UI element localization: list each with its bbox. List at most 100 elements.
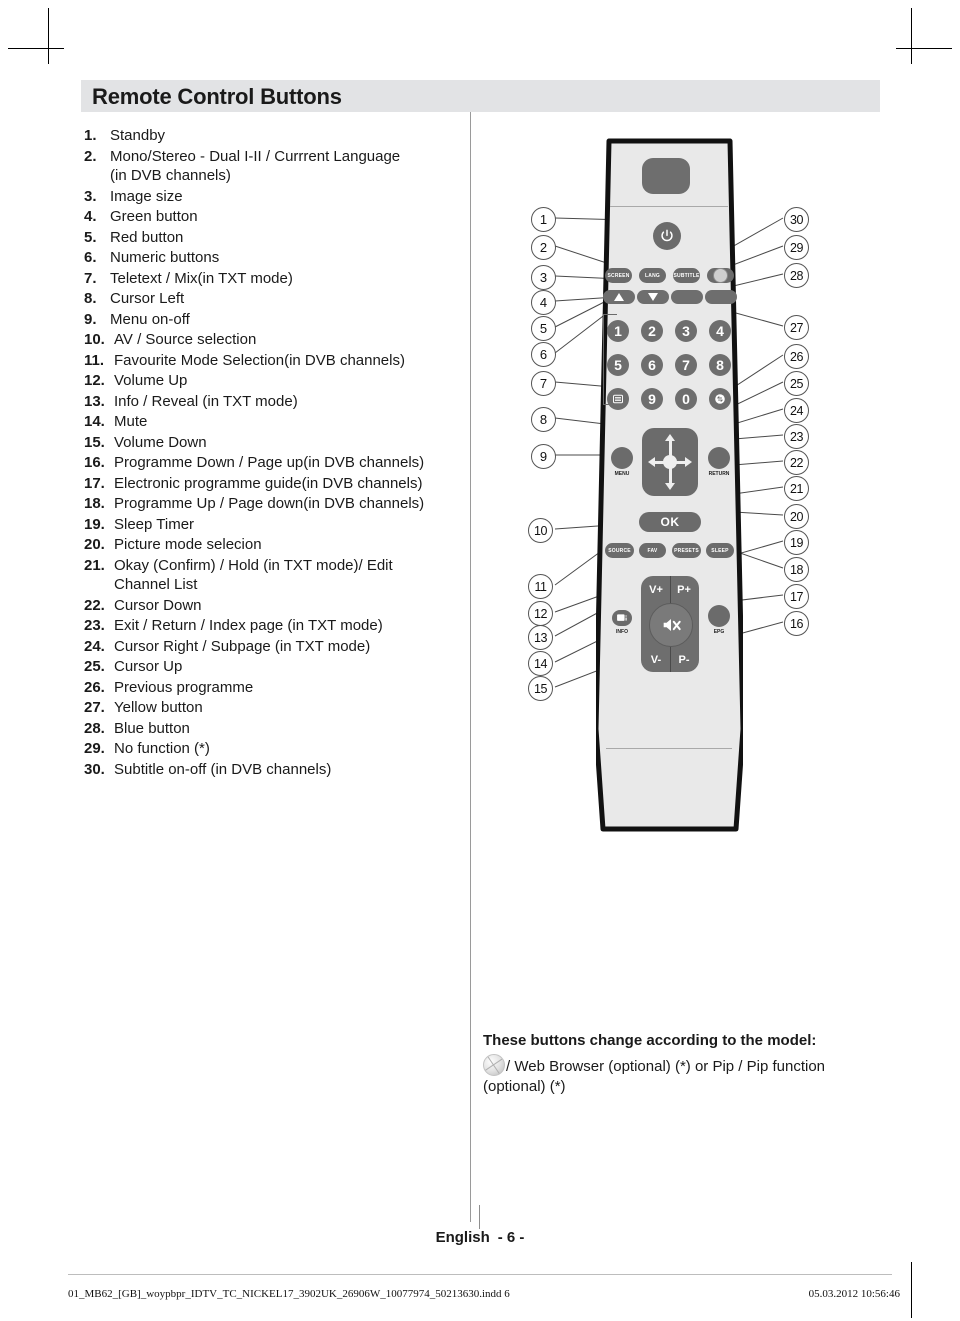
power-button[interactable] [653, 222, 681, 250]
list-item-number: 2. [84, 147, 97, 165]
print-footer-rule [68, 1274, 892, 1275]
list-item-label: Electronic programme guide(in DVB channe… [114, 474, 423, 492]
swap-icon [715, 394, 725, 404]
list-item: 27. Yellow button [84, 698, 464, 718]
list-item-number: 5. [84, 228, 97, 246]
numeric-key-5[interactable]: 5 [607, 354, 629, 376]
presets-button[interactable]: PRESETS [672, 543, 701, 558]
red-key[interactable] [603, 290, 635, 304]
teletext-button[interactable] [607, 388, 629, 410]
list-item-label: Cursor Right / Subpage (in TXT mode) [114, 637, 371, 655]
list-item: 25. Cursor Up [84, 657, 464, 677]
list-item-number: 20. [84, 536, 105, 553]
list-item-number: 19. [84, 515, 105, 533]
callout-1: 1 [531, 207, 556, 232]
power-icon [661, 229, 673, 242]
list-item-number: 24. [84, 637, 105, 655]
return-button[interactable] [708, 447, 730, 469]
callout-14: 14 [528, 651, 553, 676]
list-item: 17. Electronic programme guide(in DVB cha… [84, 474, 464, 494]
blue-key[interactable] [705, 290, 737, 304]
print-filename: 01_MB62_[GB]_woypbpr_IDTV_TC_NICKEL17_39… [68, 1288, 510, 1300]
list-item-number: 11. [84, 351, 105, 369]
ok-button[interactable]: OK [639, 512, 701, 532]
callout-8: 8 [531, 407, 556, 432]
yellow-key[interactable] [671, 290, 703, 304]
numeric-key-0[interactable]: 0 [675, 388, 697, 410]
directional-pad[interactable] [642, 428, 698, 496]
numeric-key-2[interactable]: 2 [641, 320, 663, 342]
callout-26: 26 [784, 344, 809, 369]
list-item: 9. Menu on-off [84, 310, 464, 330]
crop-mark-top-left-horizontal [8, 48, 64, 49]
list-item: 29. No function (*) [84, 739, 464, 759]
list-item: 30. Subtitle on-off (in DVB channels) [84, 760, 464, 780]
print-footer: 01_MB62_[GB]_woypbpr_IDTV_TC_NICKEL17_39… [0, 1274, 960, 1308]
list-item: 14. Mute [84, 412, 464, 432]
divider-line-top [610, 206, 728, 207]
numeric-key-7[interactable]: 7 [675, 354, 697, 376]
list-item: 4. Green button [84, 207, 464, 227]
callout-13: 13 [528, 625, 553, 650]
list-item-label: Sleep Timer [114, 515, 195, 533]
menu-button[interactable] [611, 447, 633, 469]
callout-2: 2 [531, 235, 556, 260]
dpad-hub [663, 455, 677, 469]
numeric-bracket-left [603, 314, 604, 404]
info-screen-icon [616, 614, 627, 621]
callout-7: 7 [531, 371, 556, 396]
return-label: RETURN [708, 471, 730, 477]
list-item-number: 12. [84, 372, 105, 389]
volume-up-label: V+ [649, 584, 663, 596]
list-item-number: 9. [84, 310, 97, 328]
list-item-number: 8. [84, 290, 97, 307]
list-item-label: Cursor Left [110, 290, 185, 307]
list-item-line1: Okay (Confirm) / Hold (in TXT mode)/ Edi… [114, 556, 393, 574]
web-browser-button[interactable] [707, 268, 734, 283]
mute-button[interactable] [649, 603, 693, 647]
page-number: - 6 - [497, 1229, 525, 1246]
list-item-label: Menu on-off [110, 310, 190, 328]
list-item: 11. Favourite Mode Selection(in DVB chann… [84, 351, 464, 371]
list-item-label: Numeric buttons [110, 249, 220, 266]
programme-down-label: P- [678, 654, 690, 666]
lang-button[interactable]: LANG [639, 268, 666, 283]
numeric-key-8[interactable]: 8 [709, 354, 731, 376]
programme-up-label: P+ [677, 584, 691, 596]
fav-button[interactable]: FAV [639, 543, 666, 558]
callout-22: 22 [784, 450, 809, 475]
list-item: 6. Numeric buttons [84, 248, 464, 268]
list-item-label: Green button [110, 208, 198, 225]
epg-button[interactable] [708, 605, 730, 627]
source-button[interactable]: SOURCE [605, 543, 634, 558]
screen-button[interactable]: SCREEN [605, 268, 632, 283]
epg-label: EPG [713, 629, 725, 635]
previous-programme-button[interactable] [709, 388, 731, 410]
volume-down-label: V- [650, 654, 662, 666]
numeric-key-6[interactable]: 6 [641, 354, 663, 376]
list-item-line2: (in DVB channels) [110, 167, 231, 184]
list-item: 24. Cursor Right / Subpage (in TXT mode) [84, 637, 464, 657]
web-globe-icon [483, 1054, 505, 1076]
remote-body: SCREEN LANG SUBTITLE 1 2 3 4 5 6 7 8 9 0… [596, 135, 743, 835]
volume-programme-pad[interactable]: V+ P+ V- P- [641, 576, 699, 672]
list-item-number: 18. [84, 495, 105, 512]
numeric-key-4[interactable]: 4 [709, 320, 731, 342]
numeric-key-3[interactable]: 3 [675, 320, 697, 342]
info-button[interactable] [612, 610, 632, 626]
list-item: 22. Cursor Down [84, 596, 464, 616]
list-item-line2: Channel List [114, 576, 198, 593]
numeric-key-1[interactable]: 1 [607, 320, 629, 342]
callout-18: 18 [784, 557, 809, 582]
callout-9: 9 [531, 444, 556, 469]
list-item: 7. Teletext / Mix(in TXT mode) [84, 269, 464, 289]
cursor-down-icon [665, 483, 675, 490]
subtitle-button[interactable]: SUBTITLE [673, 268, 700, 283]
list-item-number: 29. [84, 740, 105, 757]
list-item-label: Blue button [114, 719, 190, 737]
sleep-button[interactable]: SLEEP [706, 543, 734, 558]
green-key[interactable] [637, 290, 669, 304]
callout-20: 20 [784, 504, 809, 529]
numeric-key-9[interactable]: 9 [641, 388, 663, 410]
list-item: 5. Red button [84, 228, 464, 248]
